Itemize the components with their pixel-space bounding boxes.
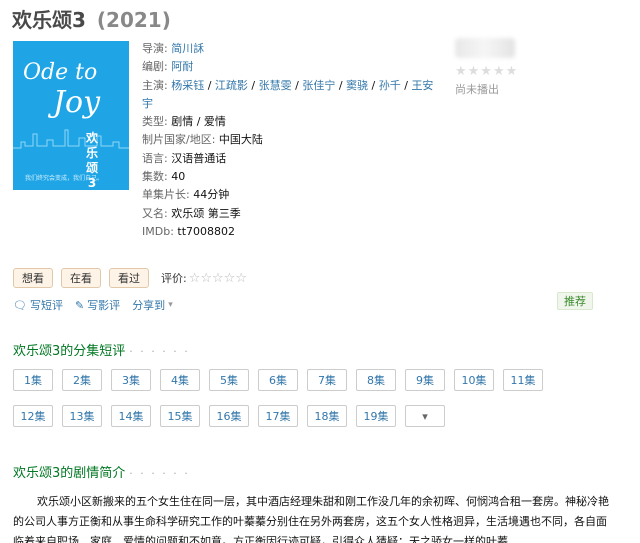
cast-link[interactable]: 张佳宁	[302, 79, 335, 92]
cast-label: 主演:	[142, 78, 168, 92]
cast-row: 主演: 杨采钰 / 江疏影 / 张慧雯 / 张佳宁 / 窦骁 / 孙千 / 王安…	[142, 78, 434, 110]
sub-actions: 🗨︎ 写短评 ✎ 写影评 分享到 ▾	[13, 297, 173, 313]
title-name: 欢乐颂3	[12, 8, 86, 32]
director-row: 导演: 简川訸	[142, 40, 440, 58]
writer-link[interactable]: 阿耐	[171, 60, 193, 73]
rating-status: 尚未播出	[455, 83, 499, 96]
episode-button[interactable]: 4集	[160, 369, 200, 391]
imdb-label: IMDb:	[142, 224, 174, 238]
episode-button[interactable]: 11集	[503, 369, 543, 391]
writer-label: 编剧:	[142, 60, 168, 74]
genre-value: 剧情 / 爱情	[171, 115, 226, 129]
skyline-graphic	[13, 129, 129, 149]
episode-button[interactable]: 5集	[209, 369, 249, 391]
imdb-row: IMDb: tt7008802	[142, 223, 440, 241]
episode-button[interactable]: 7集	[307, 369, 347, 391]
watched-button[interactable]: 看过	[109, 268, 149, 288]
write-review-label: 写短评	[29, 299, 63, 312]
country-value: 中国大陆	[218, 133, 263, 147]
poster-title-line1: Ode to	[23, 60, 98, 85]
language-row: 语言: 汉语普通话	[142, 150, 440, 168]
aka-value: 欢乐颂 第三季	[171, 206, 241, 220]
cast-link[interactable]: 张慧雯	[259, 79, 292, 92]
heading-dots: · · · · · ·	[129, 345, 190, 358]
cast-link[interactable]: 杨采钰	[171, 79, 204, 92]
genre-row: 类型: 剧情 / 爱情	[142, 113, 440, 131]
poster-title-line2: Joy	[53, 85, 101, 120]
episode-button[interactable]: 14集	[111, 405, 151, 427]
chevron-down-icon: ▾	[168, 300, 173, 310]
writer-row: 编剧: 阿耐	[142, 58, 440, 76]
write-long-review-label: 写影评	[87, 299, 121, 312]
language-value: 汉语普通话	[171, 151, 227, 165]
interest-actions: 想看 在看 看过 评价: ☆☆☆☆☆	[13, 268, 247, 288]
rating-placeholder	[455, 38, 515, 58]
cast-link[interactable]: 孙千	[379, 79, 401, 92]
episodes-heading-text: 欢乐颂3的分集短评	[13, 344, 126, 359]
write-review-link[interactable]: 🗨︎ 写短评	[13, 297, 63, 313]
episodes-label: 集数:	[142, 170, 168, 184]
director-label: 导演:	[142, 42, 168, 55]
episode-button[interactable]: 3集	[111, 369, 151, 391]
aka-row: 又名: 欢乐颂 第三季	[142, 205, 440, 223]
episode-button[interactable]: 9集	[405, 369, 445, 391]
share-label: 分享到	[132, 299, 166, 312]
episode-button[interactable]: 17集	[258, 405, 298, 427]
poster-tagline: 我们终究会变成，我们自己。	[25, 175, 104, 182]
cast-link[interactable]: 窦骁	[346, 79, 368, 92]
episode-button[interactable]: 10集	[454, 369, 494, 391]
aka-label: 又名:	[142, 206, 168, 220]
watching-button[interactable]: 在看	[61, 268, 101, 288]
poster-image[interactable]: Ode to Joy 欢乐颂3 我们终究会变成，我们自己。	[13, 41, 129, 190]
episode-button[interactable]: 18集	[307, 405, 347, 427]
episodes-row: 集数: 40	[142, 168, 440, 186]
page-title: 欢乐颂3 (2021)	[12, 4, 171, 33]
language-label: 语言:	[142, 151, 168, 165]
episodes-heading: 欢乐颂3的分集短评 · · · · · ·	[13, 340, 190, 359]
share-link[interactable]: 分享到 ▾	[132, 297, 173, 313]
episode-button[interactable]: 12集	[13, 405, 53, 427]
episode-button[interactable]: 15集	[160, 405, 200, 427]
runtime-label: 单集片长:	[142, 188, 190, 202]
heading-dots: · · · · · ·	[129, 467, 190, 480]
rate-label: 评价:	[161, 272, 187, 285]
runtime-row: 单集片长: 44分钟	[142, 186, 440, 204]
runtime-value: 44分钟	[193, 188, 230, 202]
want-button[interactable]: 想看	[13, 268, 53, 288]
comment-icon: 🗨︎	[13, 298, 27, 312]
rating-stars: ★★★★★	[455, 64, 519, 79]
country-label: 制片国家/地区:	[142, 133, 216, 147]
episode-button[interactable]: 6集	[258, 369, 298, 391]
info-panel: 导演: 简川訸 编剧: 阿耐 主演: 杨采钰 / 江疏影 / 张慧雯 / 张佳宁…	[142, 40, 440, 241]
episode-button[interactable]: 2集	[62, 369, 102, 391]
rate-stars-input[interactable]: ☆☆☆☆☆	[189, 271, 247, 286]
episode-button[interactable]: 8集	[356, 369, 396, 391]
write-long-review-link[interactable]: ✎ 写影评	[75, 297, 120, 313]
synopsis-heading-text: 欢乐颂3的剧情简介	[13, 466, 126, 481]
episode-button[interactable]: 16集	[209, 405, 249, 427]
rating-box: ★★★★★ 尚未播出	[455, 38, 595, 97]
synopsis-text: 欢乐颂小区新搬来的五个女生住在同一层，其中酒店经理朱甜和刚工作没几年的余初晖、何…	[13, 495, 609, 543]
episode-button[interactable]: 19集	[356, 405, 396, 427]
pencil-icon: ✎	[74, 298, 85, 312]
country-row: 制片国家/地区: 中国大陆	[142, 131, 440, 149]
more-episodes-button[interactable]: ▾	[405, 405, 445, 427]
episodes-value: 40	[171, 170, 186, 184]
synopsis-heading: 欢乐颂3的剧情简介 · · · · · ·	[13, 462, 190, 481]
cast-link[interactable]: 江疏影	[215, 79, 248, 92]
director-link[interactable]: 简川訸	[171, 42, 204, 55]
episode-button[interactable]: 1集	[13, 369, 53, 391]
imdb-value: tt7008802	[177, 224, 236, 238]
episode-button[interactable]: 13集	[62, 405, 102, 427]
genre-label: 类型:	[142, 115, 168, 129]
recommend-button[interactable]: 推荐	[557, 292, 593, 310]
title-year: (2021)	[96, 8, 171, 32]
